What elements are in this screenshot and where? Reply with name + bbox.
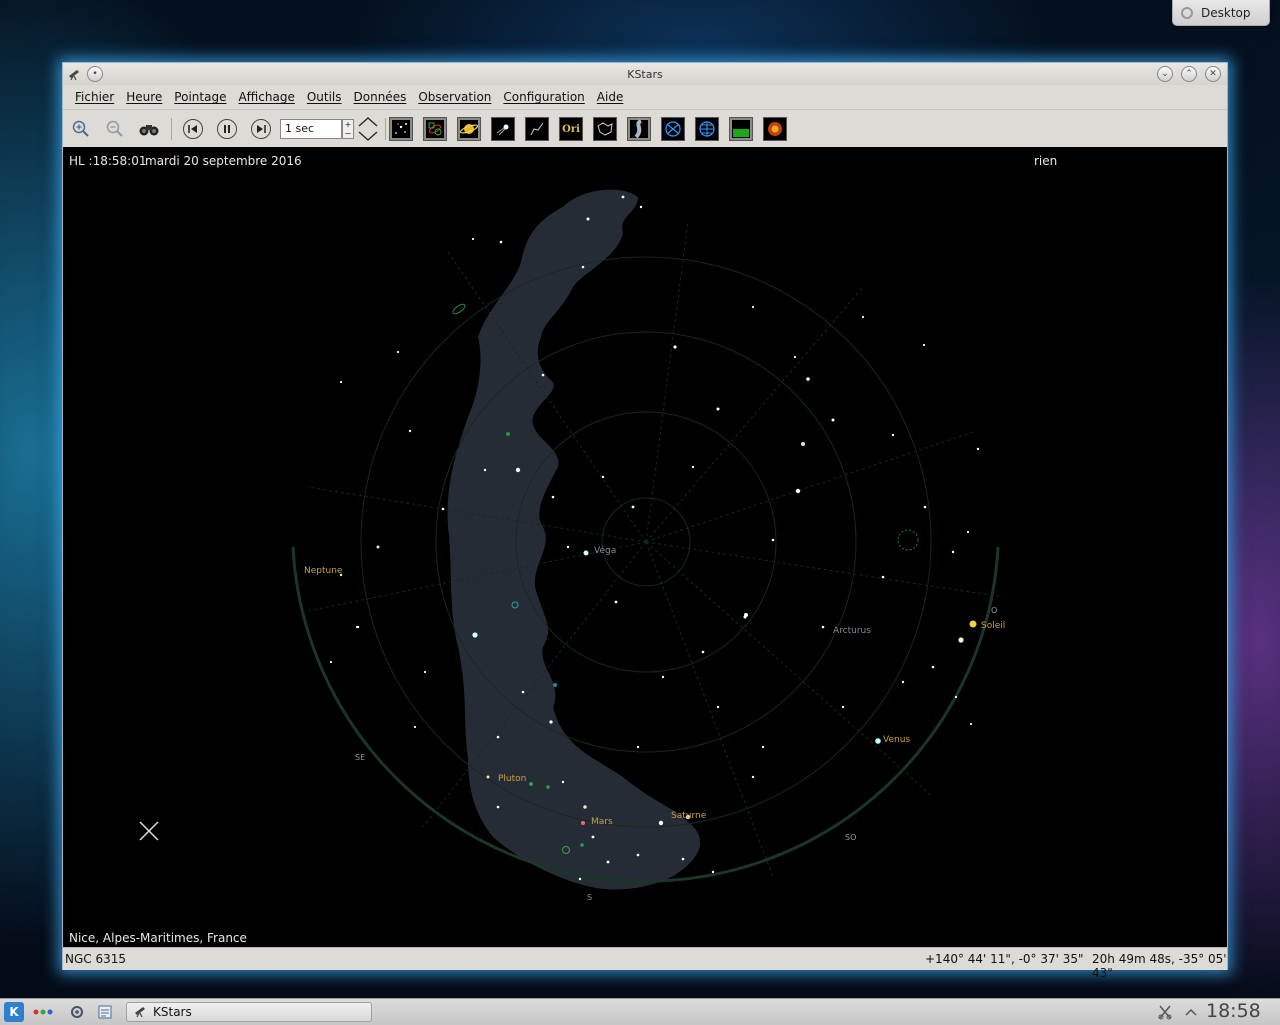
- zoom-out-icon[interactable]: [103, 117, 127, 141]
- desktop-widget-label: Desktop: [1201, 5, 1251, 20]
- time-step-input[interactable]: 1 sec: [280, 119, 342, 139]
- vega-label: Véga: [594, 546, 617, 556]
- binoculars-icon[interactable]: [137, 117, 161, 141]
- menu-heure[interactable]: Heure: [120, 90, 168, 104]
- image-overlay-icon[interactable]: [763, 117, 787, 141]
- title-bar[interactable]: • KStars ⌄ ⌃ ✕: [63, 63, 1227, 85]
- menu-affichage[interactable]: Affichage: [232, 90, 300, 104]
- milky-way-band: [447, 189, 701, 890]
- status-alt-az: +140° 44' 11", -0° 37' 35": [925, 952, 1084, 966]
- file-manager-icon[interactable]: [96, 1003, 114, 1021]
- location: Nice, Alpes-Maritimes, France: [69, 931, 247, 945]
- menu-pointage[interactable]: Pointage: [168, 90, 232, 104]
- constellation-lines-icon[interactable]: [525, 117, 549, 141]
- application-launcher-button[interactable]: K: [4, 1002, 24, 1022]
- back-icon[interactable]: [181, 117, 205, 141]
- stars: [329, 195, 980, 881]
- task-kstars[interactable]: KStars: [126, 1002, 372, 1022]
- menu-aide[interactable]: Aide: [591, 90, 630, 104]
- window-menu-button[interactable]: •: [87, 66, 103, 82]
- telescope-icon: [133, 1004, 147, 1021]
- time-step-spinner[interactable]: + −: [342, 119, 354, 139]
- cursor-icon: [139, 821, 159, 841]
- taskbar: K KStars 18:58: [0, 998, 1280, 1025]
- menu-observation[interactable]: Observation: [412, 90, 497, 104]
- local-time: HL :18:58:01: [69, 154, 147, 168]
- forward-icon[interactable]: [249, 117, 273, 141]
- planets: [339, 573, 977, 825]
- desktop-icon: [1181, 6, 1193, 19]
- desktop-widget[interactable]: Desktop: [1172, 0, 1270, 26]
- kstars-window: • KStars ⌄ ⌃ ✕ Fichier Heure Pointage Af…: [62, 62, 1228, 980]
- comets-icon[interactable]: [491, 117, 515, 141]
- menu-outils[interactable]: Outils: [301, 90, 348, 104]
- time-unit-spinner[interactable]: [355, 116, 381, 142]
- menu-donnees[interactable]: Données: [348, 90, 413, 104]
- status-ra-dec: 20h 49m 48s, -35° 05' 43": [1092, 952, 1227, 980]
- focus-object: rien: [1034, 154, 1058, 168]
- menu-fichier[interactable]: Fichier: [69, 90, 120, 104]
- arcturus-label: Arcturus: [833, 626, 871, 636]
- pause-icon[interactable]: [215, 117, 239, 141]
- compass-southwest: SO: [845, 833, 857, 842]
- toolbar: 1 sec + − Ori: [63, 109, 1227, 148]
- stars-icon[interactable]: [389, 117, 413, 141]
- task-label: KStars: [153, 1005, 192, 1019]
- menu-configuration[interactable]: Configuration: [497, 90, 590, 104]
- venus-label: Venus: [883, 735, 911, 745]
- sky-canvas: [139, 189, 1004, 890]
- clipboard-icon[interactable]: [1156, 1003, 1174, 1021]
- clock[interactable]: 18:58: [1206, 1000, 1261, 1022]
- compass-west: O: [991, 606, 998, 615]
- ground-icon[interactable]: [729, 117, 753, 141]
- maximize-button[interactable]: ⌃: [1181, 66, 1197, 82]
- close-button[interactable]: ✕: [1205, 66, 1221, 82]
- window-title: KStars: [627, 67, 663, 81]
- saturne-label: Saturne: [671, 811, 707, 821]
- planets-icon[interactable]: [457, 117, 481, 141]
- constellation-names-glyph: Ori: [562, 123, 580, 135]
- constellation-names-icon[interactable]: Ori: [559, 117, 583, 141]
- milky-way-icon[interactable]: [627, 117, 651, 141]
- compass-southeast: SE: [355, 753, 366, 762]
- activities-icon[interactable]: [32, 1003, 54, 1021]
- soleil-label: Soleil: [981, 621, 1006, 631]
- minimize-button[interactable]: ⌄: [1157, 66, 1173, 82]
- compass-south: S: [587, 893, 593, 902]
- status-object: NGC 6315: [65, 952, 127, 966]
- sky-map[interactable]: HL :18:58:01 mardi 20 septembre 2016 rie…: [63, 147, 1227, 947]
- menu-bar: Fichier Heure Pointage Affichage Outils …: [63, 85, 1227, 109]
- constellation-boundaries-icon[interactable]: [593, 117, 617, 141]
- deep-sky-icon[interactable]: [423, 117, 447, 141]
- mars-label: Mars: [591, 817, 613, 827]
- horizontal-grid-icon[interactable]: [695, 117, 719, 141]
- equatorial-grid-icon[interactable]: [661, 117, 685, 141]
- telescope-icon[interactable]: [67, 67, 81, 81]
- zoom-in-icon[interactable]: [69, 117, 93, 141]
- tray-expand-icon[interactable]: [1182, 1003, 1200, 1021]
- neptune-label: Neptune: [304, 566, 343, 576]
- azimuth-lines: [302, 221, 1004, 878]
- date: mardi 20 septembre 2016: [145, 154, 302, 168]
- status-bar: NGC 6315 +140° 44' 11", -0° 37' 35" 20h …: [63, 947, 1227, 980]
- system-settings-icon[interactable]: [68, 1003, 86, 1021]
- pluton-label: Pluton: [498, 774, 527, 784]
